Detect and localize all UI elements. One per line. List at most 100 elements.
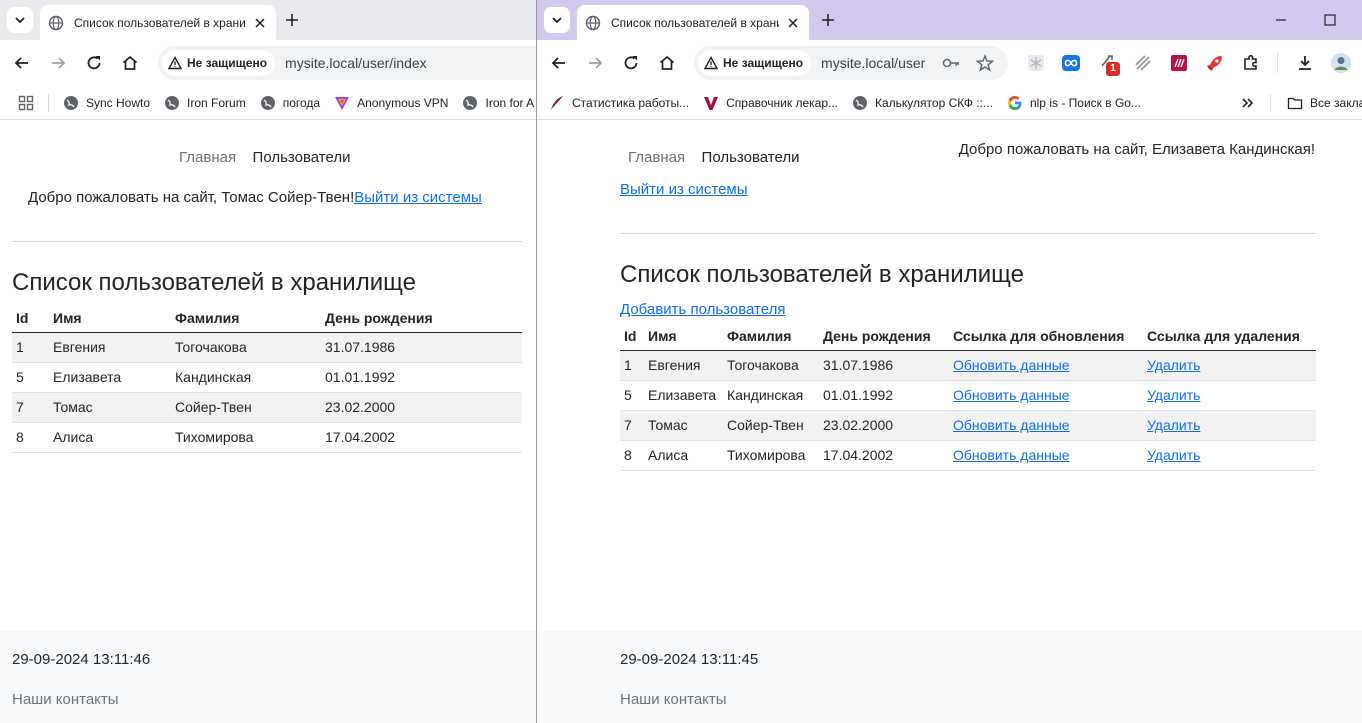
reload-icon[interactable] [621, 53, 641, 73]
logout-link[interactable]: Выйти из системы [620, 181, 748, 198]
address-bar[interactable]: Не защищено mysite.local/user/index [158, 46, 536, 80]
cell-last-name: Кандинская [171, 362, 321, 393]
nav-users-link[interactable]: Пользователи [702, 149, 800, 166]
logout-link[interactable]: Выйти из системы [354, 189, 482, 206]
url-text[interactable]: mysite.local/user [821, 55, 925, 71]
active-tab[interactable]: Список пользователей в хранилище [40, 5, 276, 40]
google-icon [1007, 95, 1022, 110]
cell-id: 7 [620, 410, 644, 441]
cell-birthday: 17.04.2002 [819, 440, 949, 471]
bookmark-label: погода [282, 95, 321, 110]
home-icon[interactable] [120, 53, 140, 73]
bookmark-label: Все закладки [1310, 96, 1362, 110]
bookmark-anonymous-vpn[interactable]: Anonymous VPN [334, 95, 448, 111]
chevron-down-icon [552, 17, 562, 24]
bookmark-weather[interactable]: погода [260, 95, 320, 111]
star-icon[interactable] [976, 54, 994, 72]
more-bookmarks-icon[interactable] [1241, 96, 1255, 110]
minimize-icon[interactable] [1273, 12, 1289, 28]
update-data-link[interactable]: Обновить данные [953, 357, 1070, 373]
table-row: 1 Евгения Тогочакова 31.07.1986 [12, 332, 522, 363]
address-bar[interactable]: Не защищено mysite.local/user [694, 46, 1008, 80]
url-text[interactable]: mysite.local/user/index [285, 55, 427, 71]
header-divider [620, 233, 1316, 234]
new-tab-icon[interactable] [282, 10, 302, 30]
new-tab-icon[interactable] [818, 10, 838, 30]
bookmark-drug-reference[interactable]: Справочник лекар... [703, 95, 838, 111]
extension-red-tile-icon[interactable] [1169, 53, 1189, 73]
globe-icon [463, 95, 478, 110]
bookmark-sync-howto[interactable]: Sync Howto [63, 95, 150, 111]
extension-snowflake-icon[interactable] [1026, 53, 1046, 73]
extension-badge-button[interactable]: 1 [1097, 52, 1121, 76]
cell-delete: Удалить [1143, 440, 1316, 471]
cell-last-name: Кандинская [723, 380, 819, 411]
cell-birthday: 17.04.2002 [321, 422, 522, 453]
download-icon[interactable] [1295, 53, 1315, 73]
apps-grid-icon[interactable] [18, 95, 34, 111]
extension-infinity-icon[interactable] [1061, 53, 1081, 73]
maximize-icon[interactable] [1322, 12, 1338, 28]
main-nav: Главная Пользователи [628, 149, 799, 167]
cell-birthday: 23.02.2000 [321, 392, 522, 423]
nav-home-link[interactable]: Главная [628, 149, 685, 166]
column-header-birthday: День рождения [819, 322, 949, 351]
bookmark-gfr-calculator[interactable]: Калькулятор СКФ ::... [852, 95, 993, 111]
bookmark-work-stats[interactable]: Статистика работы... [549, 95, 689, 111]
update-data-link[interactable]: Обновить данные [953, 447, 1070, 463]
bookmark-iron-forum[interactable]: Iron Forum [164, 95, 246, 111]
back-icon[interactable] [549, 53, 569, 73]
bookmarks-divider [48, 93, 49, 112]
profile-avatar-icon[interactable] [1330, 52, 1352, 74]
cell-first-name: Елизавета [644, 380, 723, 411]
close-tab-icon[interactable] [252, 15, 268, 31]
update-data-link[interactable]: Обновить данные [953, 387, 1070, 403]
column-header-id: Id [620, 322, 644, 351]
globe-icon [585, 15, 601, 30]
password-key-icon[interactable] [942, 55, 960, 71]
bookmark-label: Iron for A [485, 95, 535, 110]
home-icon[interactable] [657, 53, 677, 73]
cell-birthday: 31.07.1986 [819, 350, 949, 381]
extension-badge-count: 1 [1106, 62, 1120, 76]
cell-first-name: Евгения [49, 332, 171, 363]
close-tab-icon[interactable] [785, 15, 801, 31]
extensions-puzzle-icon[interactable] [1241, 53, 1261, 73]
tab-strip: Список пользователей в хранилище [537, 0, 1362, 40]
reload-icon[interactable] [84, 53, 104, 73]
update-data-link[interactable]: Обновить данные [953, 417, 1070, 433]
cell-delete: Удалить [1143, 350, 1316, 381]
bookmark-google-search[interactable]: nlp is - Поиск в Go... [1007, 95, 1141, 111]
page-title: Список пользователей в хранилище [620, 261, 1024, 288]
security-chip[interactable]: Не защищено [162, 50, 276, 76]
all-bookmarks-folder[interactable]: Все закладки [1287, 95, 1362, 111]
toolbar-divider [1277, 53, 1278, 73]
cell-last-name: Сойер-Твен [171, 392, 321, 423]
footer-contacts: Наши контакты [12, 691, 119, 708]
bookmark-iron-for[interactable]: Iron for A [462, 95, 534, 111]
globe-icon [853, 95, 867, 110]
main-nav: Главная Пользователи [179, 149, 350, 167]
cell-update: Обновить данные [949, 440, 1143, 471]
chevron-down-icon [15, 17, 25, 24]
security-chip[interactable]: Не защищено [698, 50, 812, 76]
footer-datetime: 29-09-2024 13:11:45 [620, 651, 759, 668]
delete-link[interactable]: Удалить [1147, 447, 1200, 463]
delete-link[interactable]: Удалить [1147, 417, 1200, 433]
forward-icon[interactable] [48, 53, 68, 73]
tab-search-button[interactable] [544, 7, 570, 33]
extension-rocket-icon[interactable] [1205, 53, 1225, 73]
back-icon[interactable] [12, 53, 32, 73]
folder-icon [1287, 97, 1303, 110]
delete-link[interactable]: Удалить [1147, 357, 1200, 373]
add-user-link[interactable]: Добавить пользователя [620, 301, 785, 318]
delete-link[interactable]: Удалить [1147, 387, 1200, 403]
extension-stripes-icon[interactable] [1133, 53, 1153, 73]
nav-users-link[interactable]: Пользователи [253, 149, 351, 166]
active-tab[interactable]: Список пользователей в хранилище [577, 5, 809, 40]
nav-home-link[interactable]: Главная [179, 149, 236, 166]
security-label: Не защищено [187, 56, 268, 70]
forward-icon[interactable] [585, 53, 605, 73]
cell-update: Обновить данные [949, 410, 1143, 441]
tab-search-button[interactable] [7, 7, 33, 33]
